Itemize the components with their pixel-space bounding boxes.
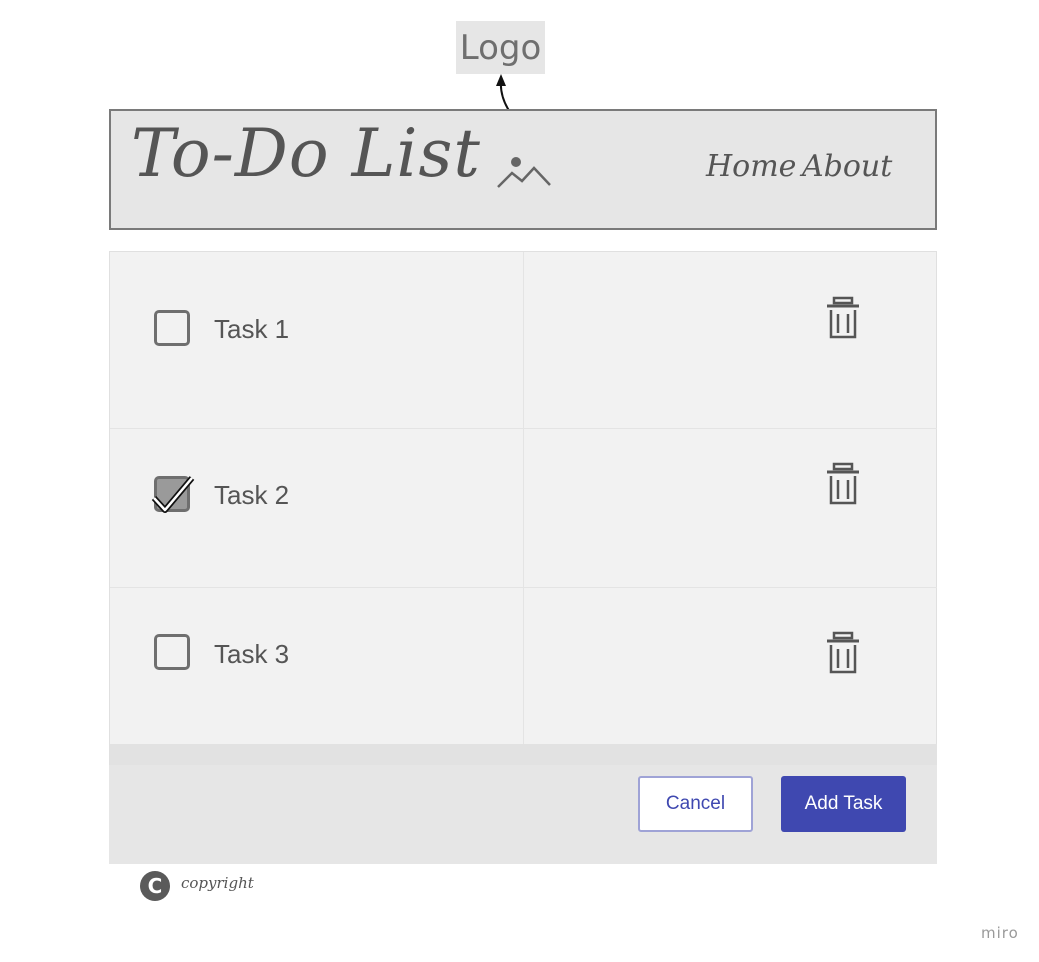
image-placeholder-icon [497,157,551,188]
task-row: Task 3 [110,587,937,744]
task-label: Task 3 [214,639,290,669]
trash-icon[interactable] [826,462,860,506]
copyright-text: copyright [181,874,254,892]
header: To-Do List Home About [109,109,937,230]
task-row: Task 2 [110,428,937,587]
task-label: Task 1 [214,314,290,344]
nav-about[interactable]: About [802,149,892,184]
trash-icon[interactable] [826,631,860,675]
miro-watermark: miro [981,924,1019,942]
checkmark-icon [151,476,195,513]
add-task-button[interactable]: Add Task [781,776,906,832]
cancel-button[interactable]: Cancel [638,776,753,832]
trash-icon[interactable] [826,296,860,340]
copyright-icon: C [140,871,170,901]
task-row: Task 1 [110,252,937,428]
task-label: Task 2 [214,480,290,510]
action-bar: Cancel Add Task [109,765,937,864]
task-checkbox[interactable] [154,310,190,346]
logo-annotation: Logo [456,21,545,74]
task-list: Task 1 Task 2 Task 3 [109,251,937,765]
nav-home[interactable]: Home [706,149,796,184]
task-checkbox[interactable] [154,634,190,670]
grid-bottom-strip [110,744,937,765]
app-title: To-Do List [131,115,481,192]
